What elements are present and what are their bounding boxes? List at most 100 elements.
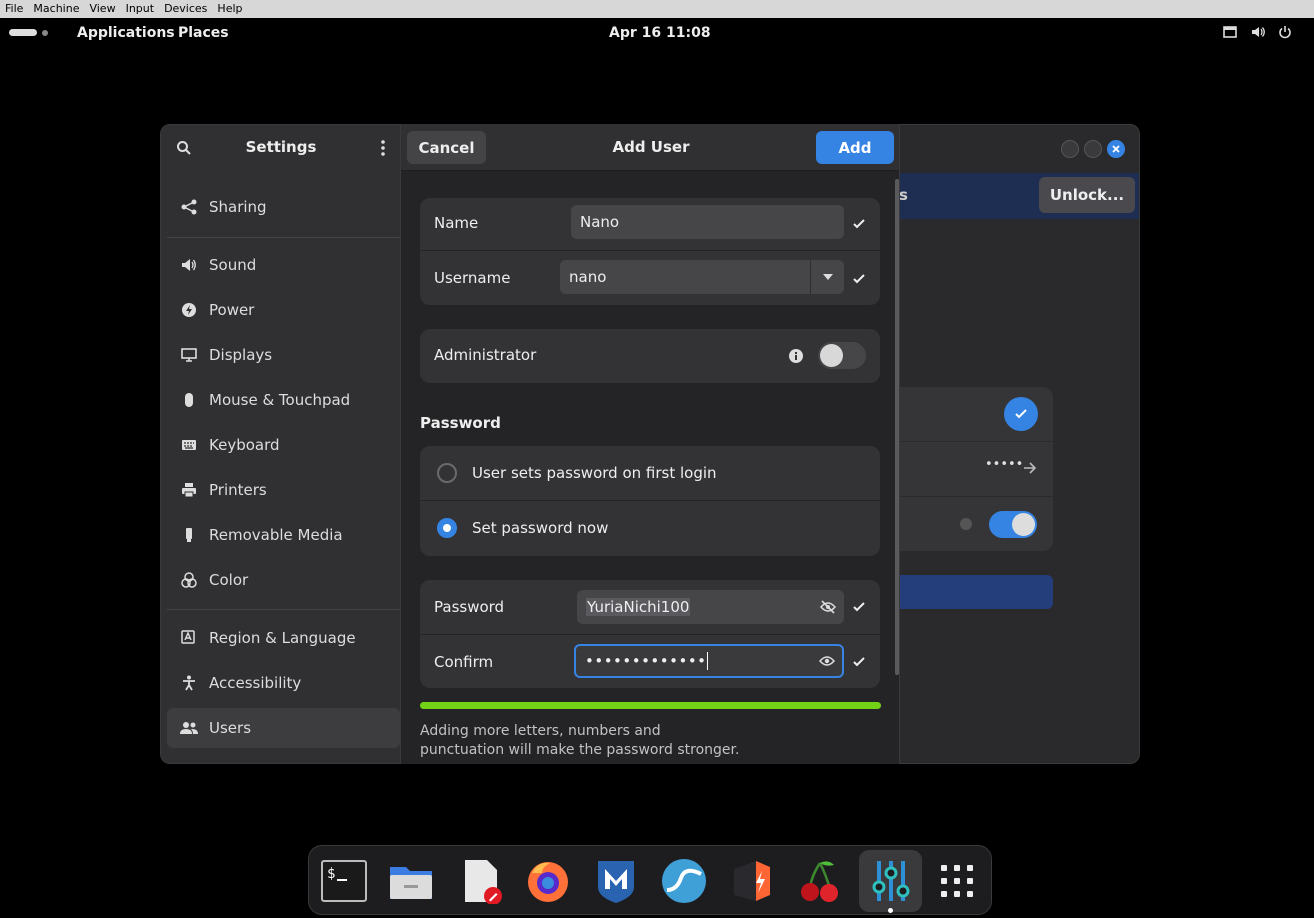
sidebar-item-accessibility[interactable]: Accessibility — [167, 663, 400, 703]
sidebar-item-printers[interactable]: Printers — [167, 470, 400, 510]
dock-metasploit[interactable] — [592, 858, 640, 904]
dock-wireshark[interactable] — [660, 858, 708, 904]
unlock-button[interactable]: Unlock... — [1039, 177, 1135, 213]
identity-card: Name Nano Username nano — [420, 198, 880, 305]
password-value: YuriaNichi100 — [586, 598, 691, 616]
add-button[interactable]: Add — [816, 131, 894, 164]
sidebar-item-label: Sound — [209, 256, 257, 274]
clock[interactable]: Apr 16 11:08 — [609, 25, 711, 41]
dock-burp-suite[interactable] — [728, 858, 776, 904]
accessibility-icon — [179, 675, 199, 691]
vm-menu-devices[interactable]: Devices — [159, 0, 212, 18]
sidebar-item-region-language[interactable]: Region & Language — [167, 618, 400, 658]
row-divider — [420, 634, 880, 635]
top-bar: Applications Places Apr 16 11:08 — [0, 18, 1314, 47]
sidebar-item-label: Color — [209, 571, 249, 589]
vm-menu-help[interactable]: Help — [212, 0, 247, 18]
metasploit-icon — [598, 861, 634, 903]
power-menu-icon[interactable] — [1278, 25, 1292, 39]
remove-user-button[interactable] — [899, 575, 1053, 609]
name-value: Nano — [580, 213, 620, 231]
admin-toggle-on[interactable] — [989, 511, 1037, 538]
dock: $ — [308, 845, 992, 915]
speaker-icon — [179, 257, 199, 273]
cherry-icon — [801, 861, 838, 902]
dock-terminal[interactable]: $ — [320, 858, 368, 904]
confirm-field[interactable]: ••••••••••••• — [574, 644, 844, 678]
radio-set-now[interactable] — [437, 518, 457, 538]
keyboard-icon — [179, 437, 199, 453]
password-masked: ••••• — [985, 457, 1024, 472]
sidebar-item-label: Region & Language — [209, 629, 356, 647]
sidebar-item-mouse-touchpad[interactable]: Mouse & Touchpad — [167, 380, 400, 420]
password-field[interactable]: YuriaNichi100 — [577, 590, 844, 624]
autologin-check-badge — [1004, 397, 1038, 431]
vm-menu-file[interactable]: File — [0, 0, 28, 18]
sidebar-item-label: Power — [209, 301, 255, 319]
menu-dots-icon[interactable] — [375, 139, 391, 157]
sidebar-item-displays[interactable]: Displays — [167, 335, 400, 375]
dock-settings[interactable] — [859, 850, 922, 913]
sidebar-item-label: Keyboard — [209, 436, 280, 454]
info-icon[interactable] — [789, 349, 803, 363]
dialog-scrollbar[interactable] — [895, 179, 899, 675]
activities-indicator[interactable] — [9, 29, 48, 36]
minimize-button[interactable] — [1061, 140, 1079, 158]
dialog-header: Cancel Add User Add — [401, 124, 899, 171]
sidebar-item-sharing[interactable]: Sharing — [167, 187, 400, 227]
maximize-button[interactable] — [1084, 140, 1102, 158]
window-icon[interactable] — [1223, 25, 1237, 39]
sidebar-title: Settings — [245, 138, 317, 156]
power-icon — [179, 302, 199, 318]
username-dropdown-button[interactable] — [810, 260, 844, 294]
sidebar-item-removable-media[interactable]: Removable Media — [167, 515, 400, 555]
radio-first-login[interactable] — [437, 463, 457, 483]
users-icon — [179, 720, 199, 736]
places-menu[interactable]: Places — [178, 25, 229, 41]
arrow-right-icon[interactable] — [1023, 461, 1037, 475]
sidebar-item-label: Displays — [209, 346, 273, 364]
sidebar-item-users[interactable]: Users — [167, 708, 400, 748]
settings-sliders-icon — [872, 861, 909, 901]
info-icon — [960, 518, 972, 530]
dock-cherrytree[interactable] — [796, 858, 844, 904]
confirm-value: ••••••••••••• — [585, 652, 707, 670]
password-hint: Adding more letters, numbers and punctua… — [420, 723, 740, 758]
close-button[interactable] — [1107, 140, 1125, 158]
dock-firefox[interactable] — [524, 858, 572, 904]
sidebar-item-label: Mouse & Touchpad — [209, 391, 351, 409]
eye-hidden-icon[interactable] — [820, 600, 836, 614]
applications-menu[interactable]: Applications — [77, 25, 175, 41]
administrator-toggle[interactable] — [818, 342, 866, 369]
volume-icon[interactable] — [1251, 25, 1265, 39]
workspace-pill — [9, 29, 37, 36]
region-icon — [179, 630, 199, 646]
option-first-login-label[interactable]: User sets password on first login — [472, 464, 717, 482]
sidebar-item-power[interactable]: Power — [167, 290, 400, 330]
name-field[interactable]: Nano — [571, 205, 844, 239]
vm-menu-machine[interactable]: Machine — [28, 0, 84, 18]
administrator-card: Administrator — [420, 329, 880, 383]
vm-menu-view[interactable]: View — [84, 0, 120, 18]
vm-menu-input[interactable]: Input — [121, 0, 159, 18]
option-set-now-label[interactable]: Set password now — [472, 519, 608, 537]
sidebar-item-color[interactable]: Color — [167, 560, 400, 600]
name-label: Name — [434, 214, 479, 232]
card-divider — [899, 441, 1053, 442]
username-field[interactable]: nano — [560, 260, 810, 294]
vm-menubar: File Machine View Input Devices Help — [0, 0, 1314, 18]
sidebar-item-label: Accessibility — [209, 674, 302, 692]
toggle-knob — [1012, 513, 1035, 536]
workspace-dot — [42, 29, 48, 36]
card-divider — [899, 496, 1053, 497]
dock-app-grid[interactable] — [933, 858, 981, 904]
display-icon — [179, 347, 199, 363]
eye-icon[interactable] — [819, 655, 835, 667]
row-divider — [420, 500, 880, 501]
dock-text-editor[interactable] — [457, 858, 505, 904]
dock-files[interactable] — [387, 858, 435, 904]
printer-icon — [179, 482, 199, 498]
sidebar-item-keyboard[interactable]: Keyboard — [167, 425, 400, 465]
sidebar-header: Settings — [161, 125, 401, 171]
sidebar-item-sound[interactable]: Sound — [167, 245, 400, 285]
